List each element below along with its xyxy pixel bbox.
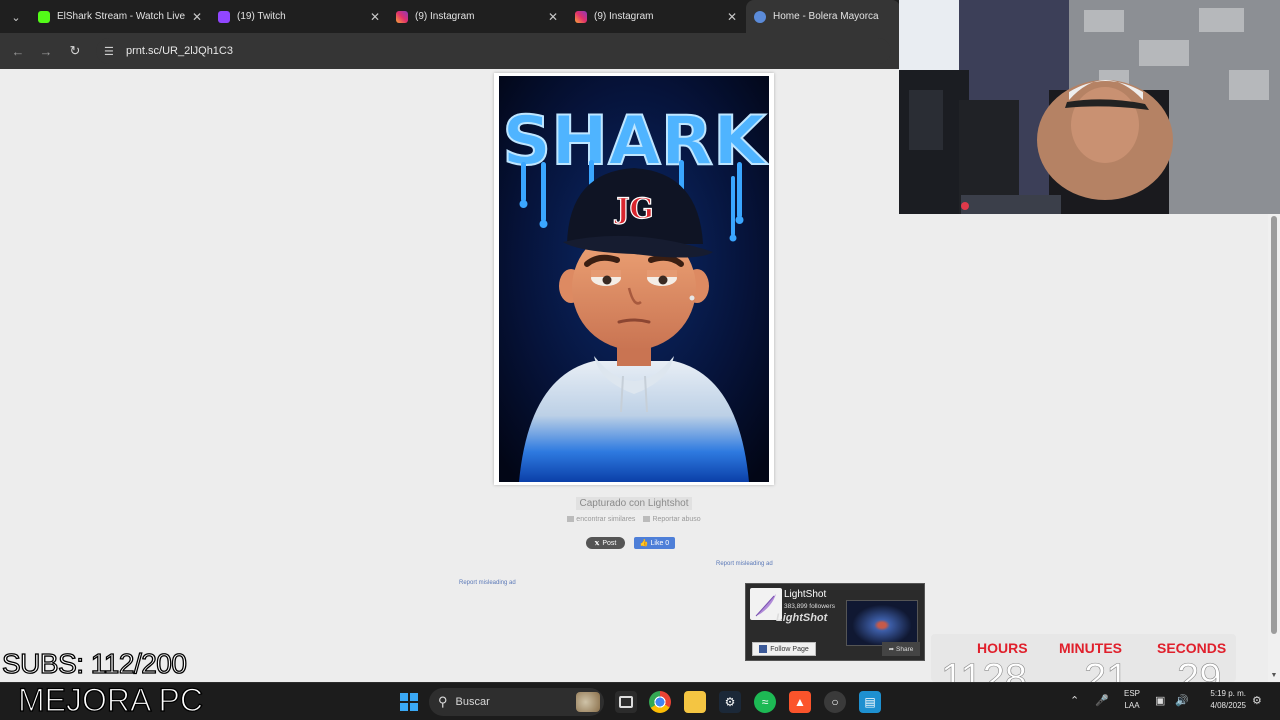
tab-twitch[interactable]: (19) Twitch ✕ — [210, 0, 388, 33]
report-abuse-label[interactable]: Reportar abuso — [652, 516, 700, 523]
close-icon[interactable]: ✕ — [190, 10, 204, 24]
notification-bell-icon[interactable]: ⚙ — [1252, 694, 1262, 707]
fb-cover-brand: LightShot — [776, 612, 828, 624]
tab-instagram-1[interactable]: (9) Instagram ✕ — [388, 0, 566, 33]
seconds-label: SECONDS — [1157, 640, 1227, 656]
tab-search-chevron-icon[interactable]: ⌄ — [6, 7, 26, 27]
search-placeholder[interactable]: Buscar — [456, 696, 490, 708]
forward-arrow-icon[interactable]: → — [36, 41, 56, 61]
fb-follow-label: Follow Page — [770, 645, 809, 653]
brave-icon[interactable]: ▲ — [789, 691, 811, 713]
cap-logo-text: JG — [613, 192, 653, 225]
fb-page-name[interactable]: LightShot — [784, 589, 826, 600]
steam-icon[interactable]: ⚙ — [719, 691, 741, 713]
facebook-page-widget[interactable]: LightShot 383,899 followers LightShot Fo… — [745, 583, 925, 661]
twitch-icon — [218, 10, 230, 23]
page-scrollbar[interactable]: ▼ — [1268, 214, 1280, 682]
keyboard-layout: LAA — [1124, 701, 1140, 710]
flag-icon — [643, 516, 651, 522]
back-arrow-icon[interactable]: ← — [8, 41, 28, 61]
hours-label: HOURS — [977, 640, 1028, 656]
caption-text[interactable]: Capturado con Lightshot — [575, 497, 693, 510]
find-similar-link[interactable]: encontrar similares — [567, 516, 635, 523]
fb-follower-count: 383,899 followers — [784, 603, 835, 610]
search-icon: ⚲ — [438, 694, 448, 709]
report-misleading-ad-link-2[interactable]: Report misleading ad — [459, 580, 516, 586]
close-icon[interactable]: ✕ — [368, 10, 382, 24]
image-links: encontrar similares Reportar abuso — [540, 516, 728, 523]
tab-instagram-2[interactable]: (9) Instagram ✕ — [567, 0, 745, 33]
fb-cover-image — [846, 600, 918, 646]
thumbs-up-icon: 👍 — [639, 540, 649, 547]
instagram-icon — [396, 10, 408, 23]
subs-counter: SUBS: 112/200 — [1, 647, 187, 679]
globe-icon — [754, 10, 766, 23]
close-icon[interactable]: ✕ — [725, 10, 739, 24]
site-settings-icon[interactable]: ☰ — [104, 45, 120, 58]
post-label: Post — [602, 539, 617, 547]
tab-title: ElShark Stream - Watch Live — [57, 11, 186, 22]
system-clock[interactable]: 5:19 p. m. 4/08/2025 — [1198, 688, 1246, 712]
address-url[interactable]: prnt.sc/UR_2lJQh1C3 — [126, 45, 233, 57]
tab-title: (9) Instagram — [415, 11, 475, 22]
task-view-icon[interactable] — [615, 691, 637, 713]
mejora-pc-overlay: MEJORA PC — [17, 681, 203, 718]
language-code: ESP — [1123, 689, 1140, 698]
spotify-icon[interactable]: ≈ — [754, 691, 776, 713]
x-post-button[interactable]: 𝕩 Post — [586, 537, 625, 549]
clock-date: 4/08/2025 — [1210, 701, 1246, 710]
input-language[interactable]: ESP LAA — [1122, 688, 1142, 712]
tab-title: (19) Twitch — [237, 11, 286, 22]
shark-artwork-image[interactable]: SHARK JG — [499, 76, 769, 482]
find-similar-label[interactable]: encontrar similares — [576, 516, 635, 523]
search-highlight-image — [576, 692, 600, 712]
fb-share-label: Share — [896, 645, 914, 653]
reload-icon[interactable]: ↻ — [65, 41, 85, 61]
clock-time: 5:19 p. m. — [1210, 689, 1246, 698]
countdown-timer: HOURS MINUTES SECONDS 1128 21 29 — [931, 634, 1236, 698]
tab-bolera-mayorca[interactable]: Home - Bolera Mayorca — [746, 0, 900, 33]
chrome-icon[interactable] — [649, 691, 671, 713]
browser-toolbar: ← → ↻ ☰ prnt.sc/UR_2lJQh1C3 — [0, 33, 900, 69]
x-logo-icon: 𝕩 — [594, 540, 600, 547]
facebook-icon — [759, 645, 768, 653]
facebook-like-button[interactable]: 👍 Like 0 — [634, 537, 675, 549]
file-explorer-icon[interactable] — [684, 691, 706, 713]
image-search-icon — [567, 516, 575, 522]
close-icon[interactable]: ✕ — [546, 10, 560, 24]
share-icon: ➦ — [888, 646, 895, 653]
start-windows-icon[interactable] — [400, 693, 418, 711]
microphone-icon[interactable]: 🎤 — [1095, 694, 1109, 707]
notepad-icon[interactable]: ▤ — [859, 691, 881, 713]
obs-icon[interactable]: ○ — [824, 691, 846, 713]
fb-share-button[interactable]: ➦ Share — [882, 642, 920, 656]
scrollbar-thumb[interactable] — [1271, 216, 1277, 634]
tray-overflow-chevron-icon[interactable]: ⌃ — [1070, 694, 1079, 707]
tab-title: Home - Bolera Mayorca — [773, 11, 879, 22]
report-abuse-link[interactable]: Reportar abuso — [643, 516, 701, 523]
report-misleading-ad-link-1[interactable]: Report misleading ad — [716, 561, 773, 567]
minutes-label: MINUTES — [1059, 640, 1122, 656]
instagram-icon — [575, 10, 587, 23]
webcam-overlay — [899, 0, 1280, 214]
screenshot-frame: SHARK JG — [494, 73, 774, 485]
network-icon[interactable]: ▣ — [1155, 694, 1165, 707]
tab-strip: ⌄ ElShark Stream - Watch Live ✕ (19) Twi… — [0, 0, 900, 33]
volume-icon[interactable]: 🔊 — [1175, 694, 1189, 707]
lightshot-caption[interactable]: Capturado con Lightshot — [560, 497, 708, 510]
tab-title: (9) Instagram — [594, 11, 654, 22]
address-bar[interactable]: ☰ prnt.sc/UR_2lJQh1C3 — [96, 38, 891, 64]
fb-follow-button[interactable]: Follow Page — [752, 642, 816, 656]
like-label: Like 0 — [650, 539, 670, 547]
taskbar-search[interactable]: ⚲ Buscar — [429, 688, 604, 716]
tab-kick-stream[interactable]: ElShark Stream - Watch Live ✕ — [30, 0, 210, 33]
kick-icon — [38, 10, 50, 23]
scroll-down-arrow-icon[interactable]: ▼ — [1270, 672, 1278, 679]
